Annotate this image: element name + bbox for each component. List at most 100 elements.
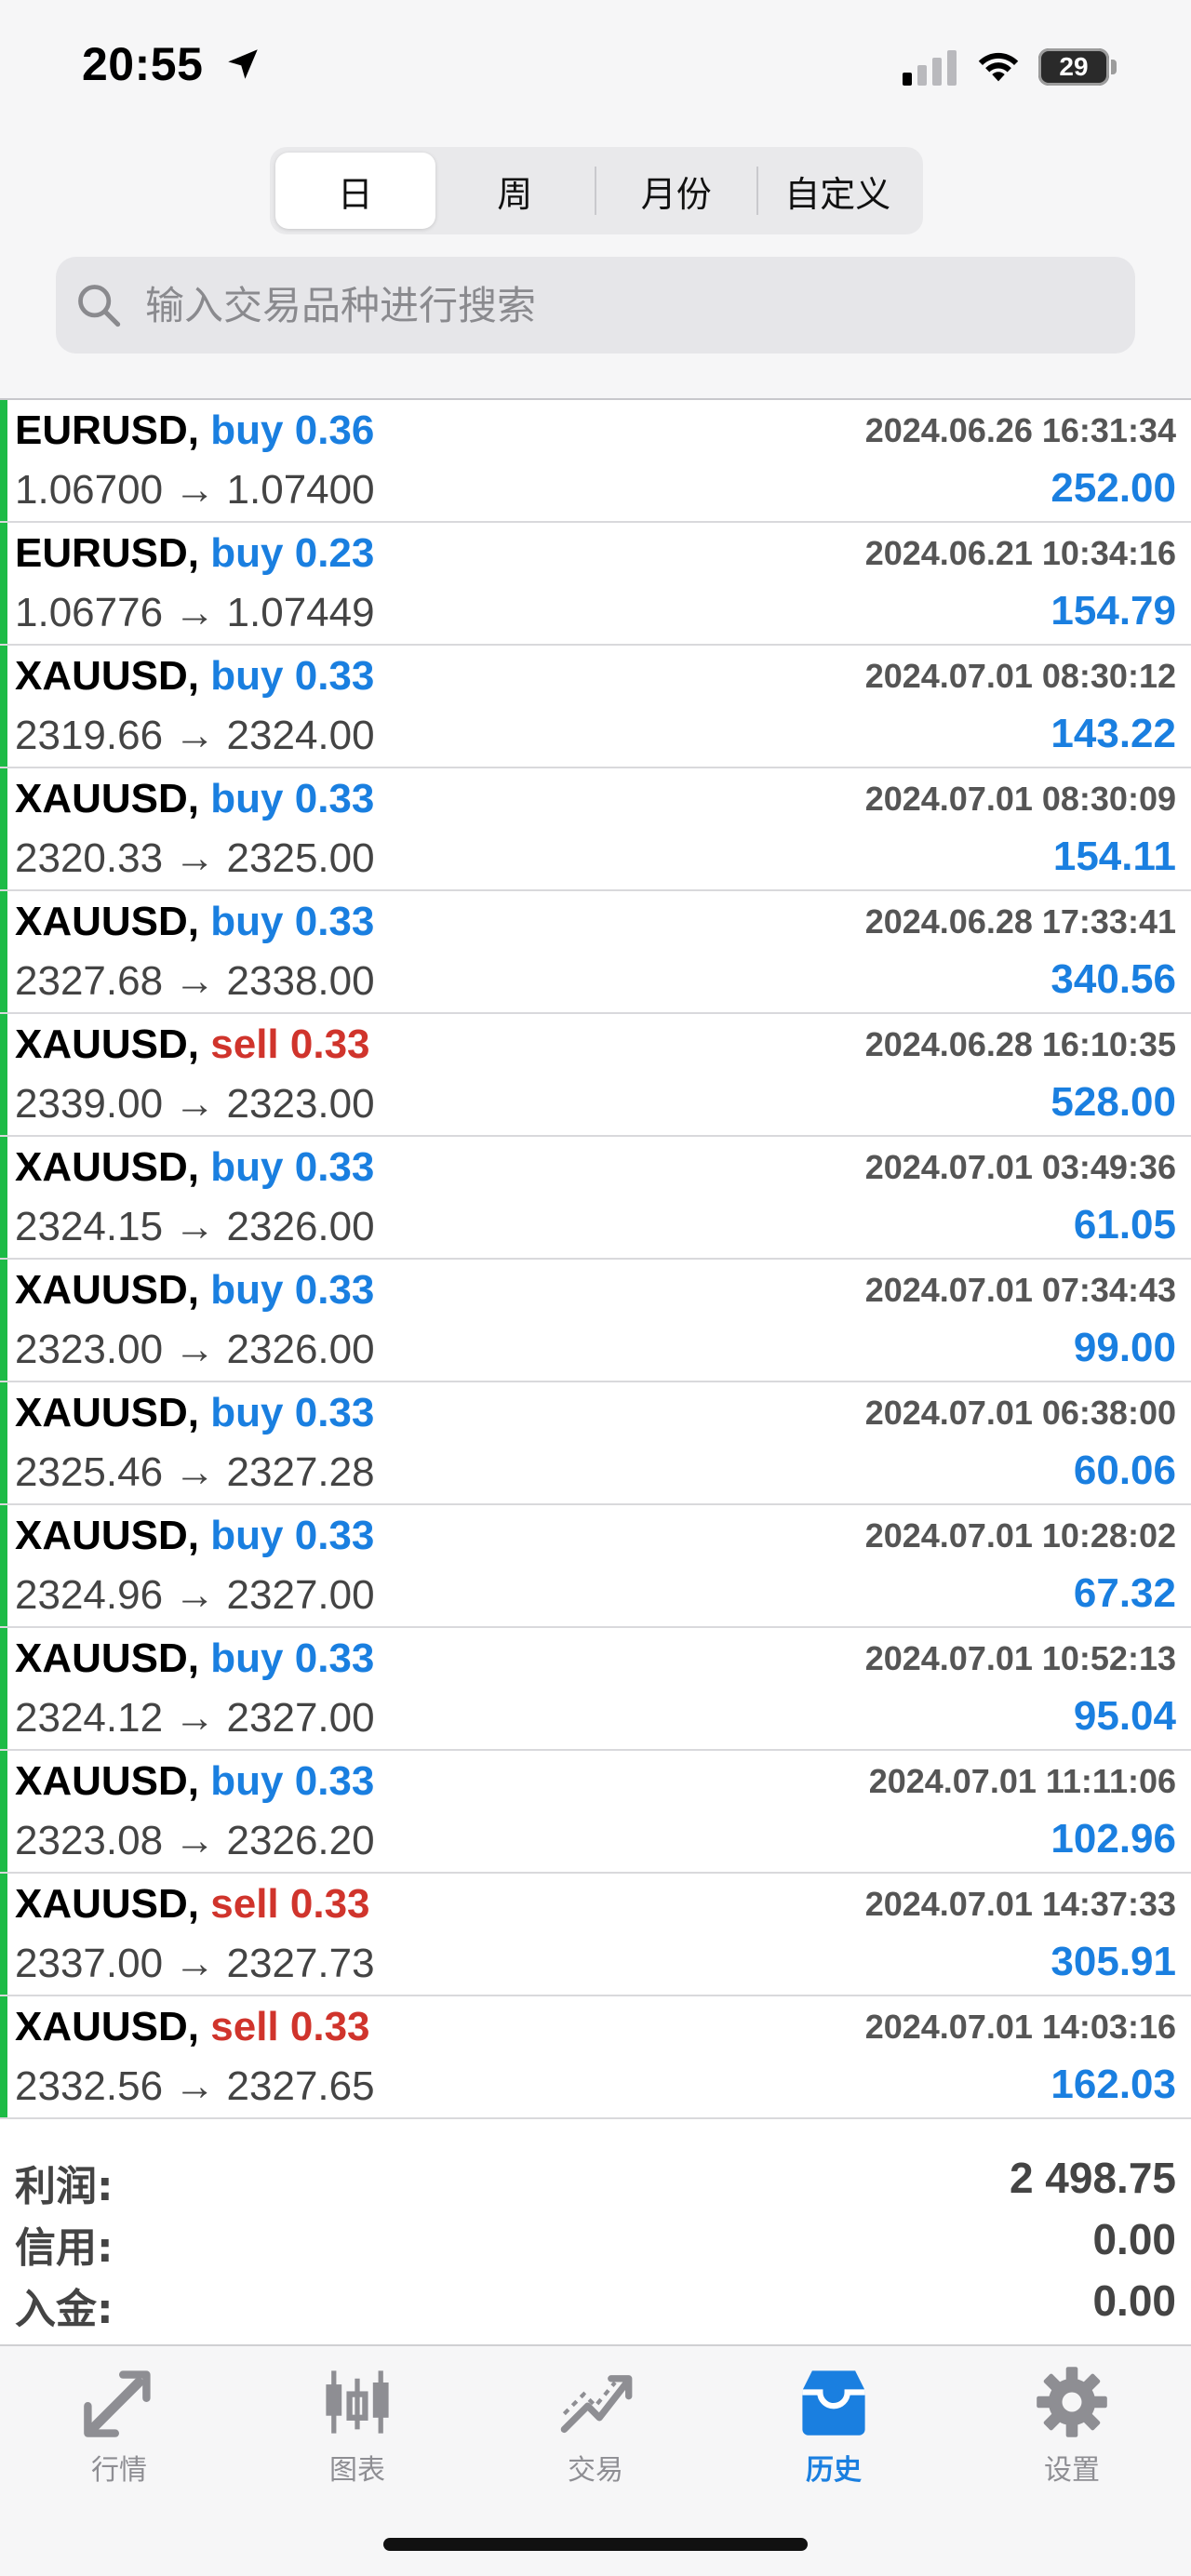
trade-symbol: EURUSD, <box>15 407 200 453</box>
trade-profit: 340.56 <box>1050 956 1176 1002</box>
trade-volume: 0.33 <box>294 1267 375 1313</box>
trade-profit: 99.00 <box>1073 1325 1176 1370</box>
trade-symbol-line: EURUSD, buy 0.23 <box>15 530 374 577</box>
history-summary: 利润: 2 498.75 信用: 0.00 入金: 0.00 <box>0 2153 1191 2344</box>
trade-symbol-line: XAUUSD, buy 0.33 <box>15 1390 374 1436</box>
trade-prices: 2323.08 → 2326.20 <box>15 1818 375 1864</box>
summary-profit-value: 2 498.75 <box>1009 2154 1176 2202</box>
trade-row[interactable]: XAUUSD, buy 0.33 2324.15 → 2326.00 2024.07… <box>0 1137 1191 1260</box>
trade-row[interactable]: XAUUSD, buy 0.33 2327.68 → 2338.00 2024.06… <box>0 891 1191 1014</box>
trade-prices: 2337.00 → 2327.73 <box>15 1941 375 1987</box>
trade-close-price: 2325.00 <box>226 835 375 881</box>
arrow-right-icon: → <box>174 1081 216 1127</box>
trade-row[interactable]: XAUUSD, buy 0.33 2324.12 → 2327.00 2024.07… <box>0 1628 1191 1751</box>
trade-symbol: XAUUSD, <box>15 1144 200 1190</box>
trade-prices: 2323.00 → 2326.00 <box>15 1327 375 1373</box>
segment-week[interactable]: 周 <box>435 153 596 229</box>
trade-side: buy <box>210 1513 284 1558</box>
segment-month[interactable]: 月份 <box>596 153 756 229</box>
segment-day[interactable]: 日 <box>275 153 435 229</box>
trade-status-bar <box>0 1996 7 2117</box>
tab-trade[interactable]: 交易 <box>502 2363 689 2488</box>
trade-profit: 60.06 <box>1073 1448 1176 1493</box>
trade-symbol-line: XAUUSD, buy 0.33 <box>15 1144 374 1191</box>
trade-symbol-line: XAUUSD, buy 0.33 <box>15 1635 374 1682</box>
arrow-right-icon: → <box>174 590 216 635</box>
trade-symbol: XAUUSD, <box>15 1021 200 1067</box>
trade-open-price: 2337.00 <box>15 1941 164 1986</box>
trade-close-price: 2327.00 <box>226 1695 375 1741</box>
trade-status-bar <box>0 1874 7 1995</box>
trade-symbol: XAUUSD, <box>15 899 200 944</box>
arrow-right-icon: → <box>174 467 216 513</box>
trade-volume: 0.33 <box>294 1390 375 1435</box>
trade-side: buy <box>210 776 284 821</box>
trade-row[interactable]: XAUUSD, sell 0.33 2339.00 → 2323.00 2024.0… <box>0 1014 1191 1137</box>
trade-symbol-line: XAUUSD, buy 0.33 <box>15 1267 374 1314</box>
trade-close-price: 2327.65 <box>226 2063 375 2109</box>
trade-close-price: 2338.00 <box>226 958 375 1004</box>
trade-symbol: XAUUSD, <box>15 1513 200 1558</box>
trade-volume: 0.23 <box>294 530 375 576</box>
trade-time: 2024.07.01 08:30:12 <box>864 657 1176 695</box>
arrow-right-icon: → <box>174 1572 216 1618</box>
trade-prices: 1.06700 → 1.07400 <box>15 467 375 514</box>
trade-close-price: 2326.20 <box>226 1818 375 1863</box>
trade-volume: 0.33 <box>289 2004 370 2049</box>
trade-profit: 143.22 <box>1050 711 1176 756</box>
trade-side: sell <box>210 1021 279 1067</box>
trade-row[interactable]: EURUSD, buy 0.36 1.06700 → 1.07400 2024.06… <box>0 400 1191 523</box>
trade-row[interactable]: EURUSD, buy 0.23 1.06776 → 1.07449 2024.06… <box>0 523 1191 646</box>
trade-prices: 2320.33 → 2325.00 <box>15 835 375 882</box>
trade-open-price: 2324.15 <box>15 1204 164 1249</box>
arrow-right-icon: → <box>174 713 216 758</box>
arrow-right-icon: → <box>174 1204 216 1249</box>
trade-history-list: EURUSD, buy 0.36 1.06700 → 1.07400 2024.06… <box>0 398 1191 2119</box>
trade-row[interactable]: XAUUSD, buy 0.33 2323.00 → 2326.00 2024.07… <box>0 1260 1191 1382</box>
trade-volume: 0.36 <box>294 407 375 453</box>
trade-open-price: 2325.46 <box>15 1449 164 1495</box>
tab-quotes[interactable]: 行情 <box>26 2363 212 2488</box>
trade-row[interactable]: XAUUSD, buy 0.33 2320.33 → 2325.00 2024.07… <box>0 768 1191 891</box>
home-indicator <box>383 2538 808 2551</box>
trade-close-price: 2327.73 <box>226 1941 375 1986</box>
arrow-right-icon: → <box>174 2063 216 2109</box>
summary-credit-label: 信用: <box>15 2224 114 2272</box>
trade-open-price: 2323.08 <box>15 1818 164 1863</box>
trade-prices: 2327.68 → 2338.00 <box>15 958 375 1005</box>
tab-history[interactable]: 历史 <box>741 2363 927 2488</box>
trade-open-price: 2327.68 <box>15 958 164 1004</box>
cellular-signal-icon <box>903 50 957 86</box>
trade-row[interactable]: XAUUSD, buy 0.33 2324.96 → 2327.00 2024.07… <box>0 1505 1191 1628</box>
trade-time: 2024.06.28 16:10:35 <box>864 1025 1176 1063</box>
trade-status-bar <box>0 1628 7 1749</box>
search-input[interactable] <box>143 281 1077 329</box>
trade-row[interactable]: XAUUSD, buy 0.33 2325.46 → 2327.28 2024.07… <box>0 1382 1191 1505</box>
trade-symbol: XAUUSD, <box>15 1635 200 1681</box>
trade-row[interactable]: XAUUSD, sell 0.33 2332.56 → 2327.65 2024.0… <box>0 1996 1191 2119</box>
trade-symbol: XAUUSD, <box>15 1267 200 1313</box>
trade-volume: 0.33 <box>289 1021 370 1067</box>
trade-row[interactable]: XAUUSD, buy 0.33 2319.66 → 2324.00 2024.07… <box>0 646 1191 768</box>
search-bar[interactable] <box>56 257 1135 354</box>
trade-time: 2024.07.01 14:03:16 <box>864 2008 1176 2046</box>
trade-side: buy <box>210 1635 284 1681</box>
arrow-right-icon: → <box>174 1818 216 1863</box>
settings-icon <box>1037 2367 1107 2437</box>
trade-row[interactable]: XAUUSD, sell 0.33 2337.00 → 2327.73 2024.0… <box>0 1874 1191 1996</box>
trade-side: buy <box>210 530 284 576</box>
trade-open-price: 2324.12 <box>15 1695 164 1741</box>
trade-close-price: 1.07400 <box>226 467 375 513</box>
summary-deposit-label: 入金: <box>15 2286 114 2333</box>
trade-prices: 2324.15 → 2326.00 <box>15 1204 375 1250</box>
trade-row[interactable]: XAUUSD, buy 0.33 2323.08 → 2326.20 2024.07… <box>0 1751 1191 1874</box>
tab-settings[interactable]: 设置 <box>979 2363 1165 2488</box>
status-time: 20:55 <box>82 38 204 90</box>
segment-custom[interactable]: 自定义 <box>758 153 918 229</box>
trade-side: buy <box>210 1758 284 1804</box>
location-arrow-icon <box>228 49 258 79</box>
trade-time: 2024.06.21 10:34:16 <box>864 534 1176 572</box>
tab-chart[interactable]: 图表 <box>264 2363 450 2488</box>
trade-symbol: XAUUSD, <box>15 1390 200 1435</box>
trade-profit: 252.00 <box>1050 465 1176 511</box>
